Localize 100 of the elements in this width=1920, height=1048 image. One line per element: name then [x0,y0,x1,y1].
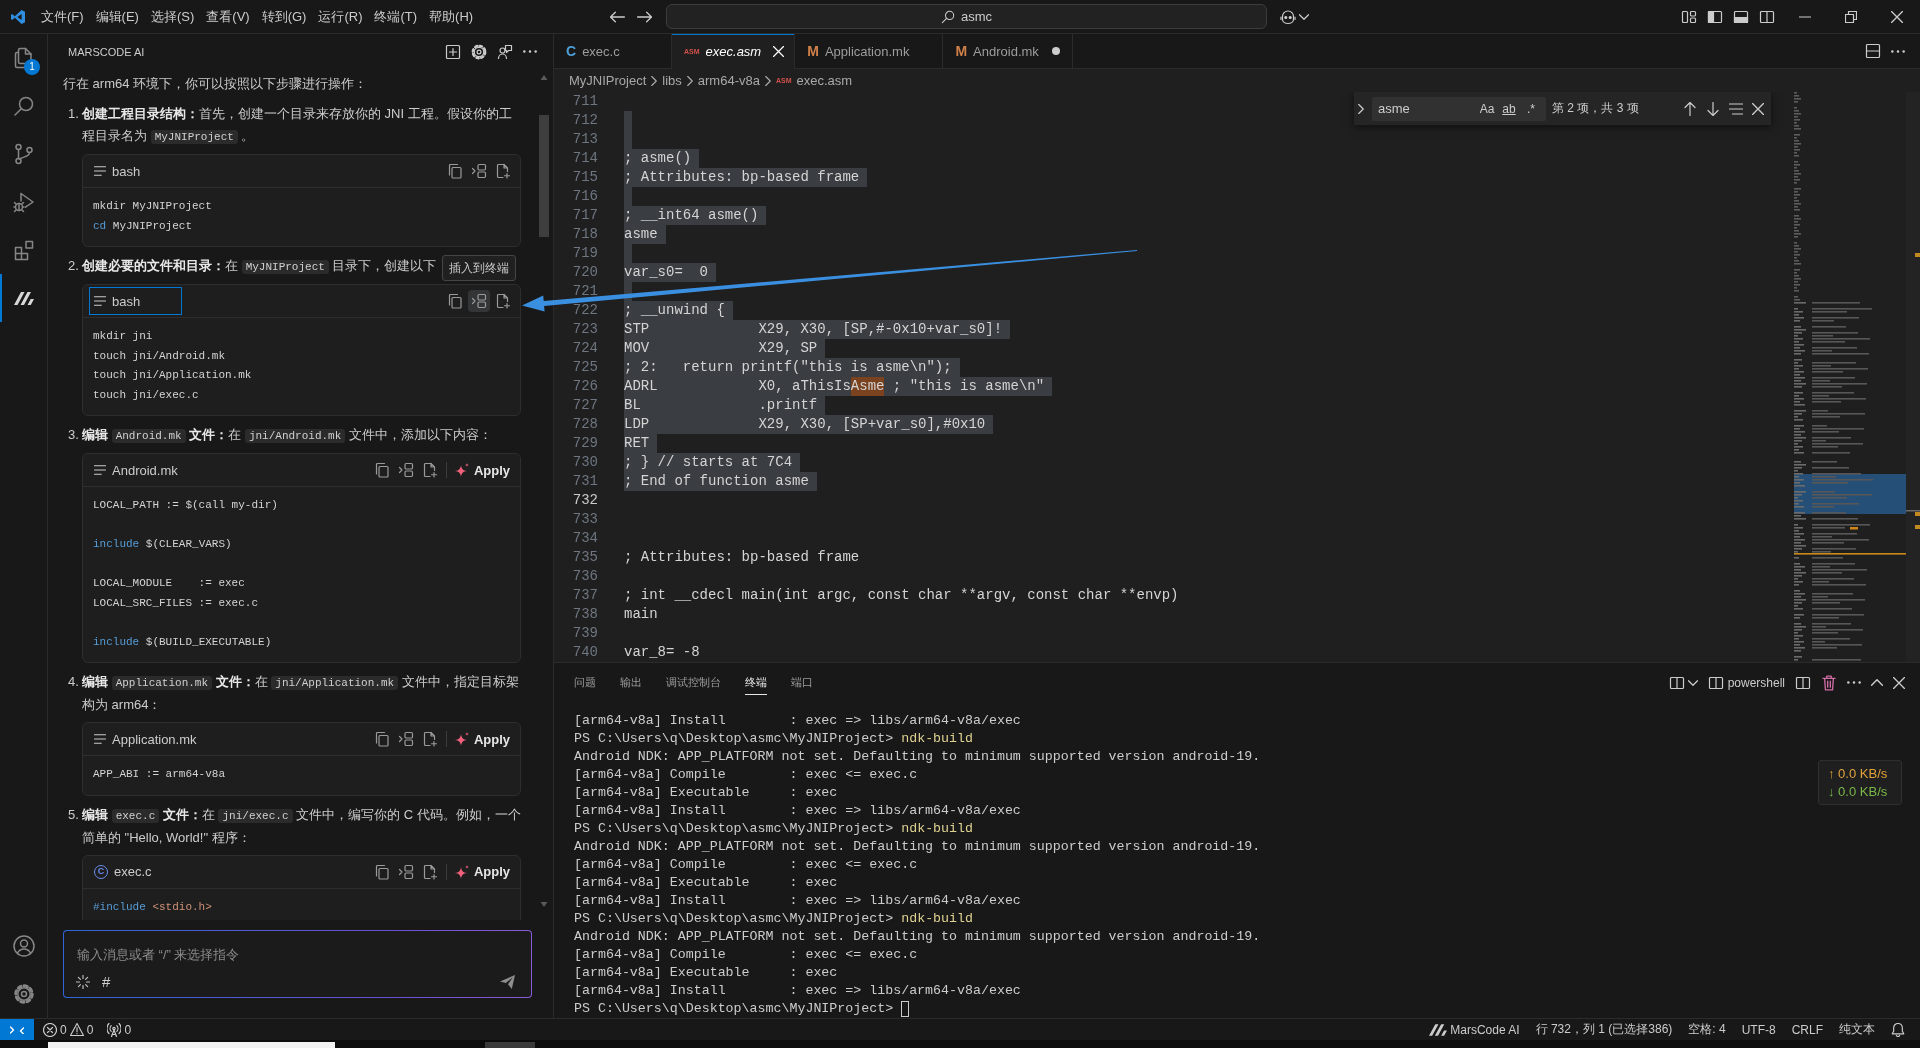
new-file-icon[interactable] [495,293,511,309]
minimap[interactable] [1794,92,1906,662]
message-input[interactable]: 输入消息或者 “/” 来选择指令 [76,944,519,964]
new-file-icon[interactable] [421,462,438,478]
find-in-selection-icon[interactable] [1729,102,1743,115]
panel-tab[interactable]: 问题 [574,670,596,695]
editor-tab[interactable]: M Android.mk [943,34,1073,68]
new-file-icon[interactable] [495,163,511,179]
language-mode[interactable]: 纯文本 [1839,1021,1875,1038]
arrow-down-icon[interactable] [1706,101,1720,116]
breadcrumb-item[interactable]: MyJNIProject [569,73,647,88]
split-terminal-icon[interactable] [1795,674,1811,691]
menu-item[interactable]: 选择(S) [144,4,201,29]
menu-item[interactable]: 帮助(H) [423,4,480,29]
ports-status[interactable]: 0 [107,1022,132,1037]
robot-icon[interactable] [1280,8,1296,25]
regex-toggle[interactable]: .* [1520,98,1542,119]
copy-icon[interactable] [373,731,390,747]
split-editor-icon[interactable] [1865,43,1881,59]
apply-button[interactable]: Apply [452,859,515,884]
copy-icon[interactable] [373,462,390,478]
insert-icon[interactable] [397,462,414,478]
chevron-down-icon[interactable] [1687,679,1698,686]
copy-icon[interactable] [447,293,463,309]
chevron-up-icon[interactable] [1871,679,1883,686]
code-title-button[interactable]: bash [89,287,182,315]
menu-item[interactable]: 编辑(E) [89,4,145,29]
bell-icon[interactable] [1891,1022,1905,1037]
code-title-button[interactable]: Application.mk [89,725,202,753]
cursor-position[interactable]: 行 732，列 1 (已选择386) [1535,1021,1673,1038]
code-line: APP_ABI := arm64-v8a [93,767,227,782]
mention-button[interactable]: # [102,973,111,991]
minimize-icon[interactable] [1799,15,1811,18]
arrow-up-icon[interactable] [1683,101,1697,116]
code-title-button[interactable]: Android.mk [89,456,183,484]
line-ending-status[interactable]: CRLF [1791,1022,1823,1037]
editor-tab[interactable]: M Application.mk [795,34,944,68]
warning-icon [69,1023,84,1036]
menu-item[interactable]: 终端(T) [368,4,424,29]
bottom-panel-icon[interactable] [1733,8,1749,25]
run-debug-icon[interactable] [11,190,36,214]
insert-icon[interactable] [397,731,414,747]
new-file-icon[interactable] [421,863,438,880]
more-icon[interactable] [523,50,537,53]
sparkle-icon [454,463,469,477]
breadcrumb-item[interactable]: libs [662,73,682,88]
terminal-instance-button[interactable]: powershell [1707,674,1785,691]
restore-icon[interactable] [1845,10,1857,23]
panel-tab[interactable]: 调试控制台 [666,670,721,695]
step-text: 编辑 exec.c 文件：在 jni/exec.c 文件中，编写你的 C 代码。例如，一个简单的 "Hello, World!" 程序： [82,805,521,847]
apply-button[interactable]: Apply [452,727,515,751]
insert-icon[interactable] [471,163,487,179]
code-title-button[interactable]: bash [89,157,182,185]
menu-item[interactable]: 运行(R) [312,4,369,29]
terminal-output: Android NDK: APP_PLATFORM not set. Defaulting to minimum supported version android-19. [574,838,1261,856]
send-icon[interactable] [500,975,515,989]
sparkle-burst-icon[interactable] [76,975,90,989]
trash-icon[interactable] [1821,674,1837,691]
menu-item[interactable]: 文件(F) [35,4,90,29]
close-icon[interactable] [1893,676,1905,689]
assistant-status[interactable]: MarsCode AI [1429,1022,1520,1037]
layout-icon[interactable] [1681,8,1697,25]
menu-item[interactable]: 查看(V) [200,4,256,29]
search-icon[interactable] [11,94,36,118]
more-icon[interactable] [1891,49,1905,53]
copy-icon[interactable] [373,863,390,880]
match-case-toggle[interactable]: Aa [1476,98,1498,119]
encoding-status[interactable]: UTF-8 [1741,1022,1776,1037]
panel-tab[interactable]: 输出 [620,670,642,695]
account-icon[interactable] [11,934,36,958]
code-title-button[interactable]: C exec.c [89,857,182,886]
copy-icon[interactable] [447,163,463,179]
insert-icon[interactable] [397,863,414,880]
whole-word-toggle[interactable]: ab [1498,98,1520,119]
find-input[interactable]: asme [1372,96,1476,121]
insert-icon[interactable] [468,290,490,312]
close-icon[interactable] [1891,10,1903,23]
settings-icon[interactable] [11,982,36,1006]
problems-status[interactable]: 0 0 [43,1022,94,1037]
chevron-down-icon[interactable] [1299,13,1309,20]
panel-tab[interactable]: 终端 [745,670,767,695]
close-icon[interactable] [1752,102,1764,115]
new-chat-icon[interactable] [445,43,461,60]
left-sidebar-icon[interactable] [1707,8,1723,25]
settings-icon[interactable] [471,43,487,60]
apply-button[interactable]: Apply [452,458,515,482]
feedback-icon[interactable] [497,43,513,60]
chevron-right-icon[interactable] [1358,103,1364,114]
menu-item[interactable]: 转到(G) [255,4,313,29]
new-terminal-icon[interactable] [1668,674,1685,691]
remote-button[interactable] [0,1019,34,1040]
panel-tab[interactable]: 端口 [791,670,813,695]
line-number: 724 [571,339,599,358]
split-view-icon[interactable] [1759,8,1775,25]
indentation-status[interactable]: 空格: 4 [1688,1021,1726,1038]
more-icon[interactable] [1847,681,1861,684]
makefile-icon: M [807,43,819,59]
command-center[interactable]: asmc [666,4,1267,29]
breadcrumb-item[interactable]: arm64-v8a [697,73,760,88]
new-file-icon[interactable] [421,731,438,747]
